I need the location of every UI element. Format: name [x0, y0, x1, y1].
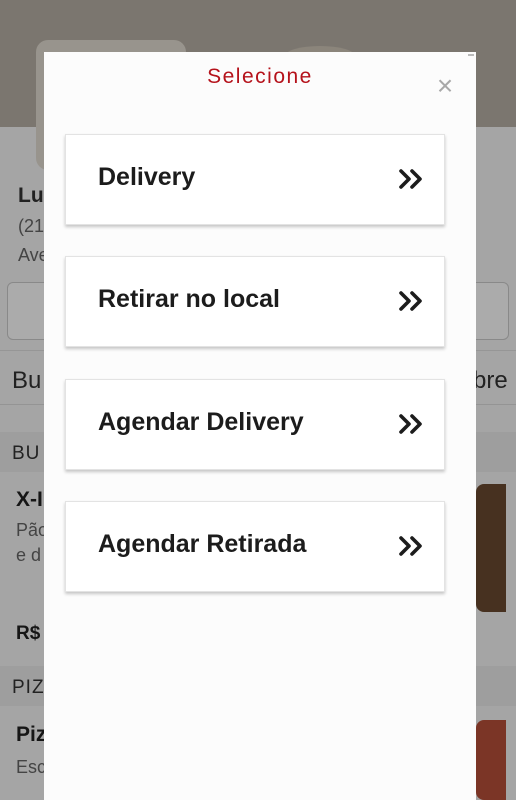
option-schedule-pickup[interactable]: Agendar Retirada: [65, 501, 445, 592]
modal-corner-mark: [468, 54, 474, 56]
double-chevron-right-icon: [399, 169, 422, 189]
option-label: Agendar Retirada: [98, 530, 307, 558]
close-icon[interactable]: ×: [432, 72, 458, 100]
double-chevron-right-icon: [399, 414, 422, 434]
modal-title: Selecione: [207, 65, 313, 88]
double-chevron-right-icon: [399, 291, 422, 311]
option-schedule-delivery[interactable]: Agendar Delivery: [65, 379, 445, 470]
option-pickup[interactable]: Retirar no local: [65, 256, 445, 347]
order-type-modal: Selecione × Delivery Retirar no local Ag…: [44, 52, 476, 800]
option-label: Agendar Delivery: [98, 408, 304, 436]
double-chevron-right-icon: [399, 536, 422, 556]
option-label: Retirar no local: [98, 285, 280, 313]
option-label: Delivery: [98, 163, 196, 191]
option-delivery[interactable]: Delivery: [65, 134, 445, 225]
